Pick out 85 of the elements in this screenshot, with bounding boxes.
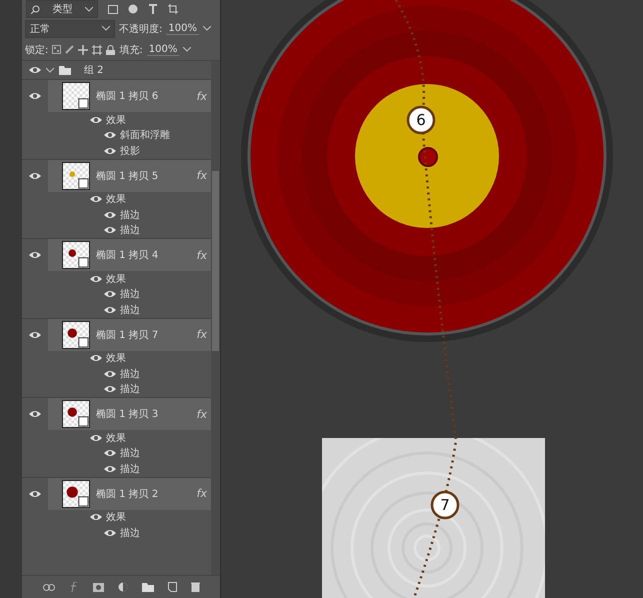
effect-name: 描边 (120, 382, 140, 396)
eye-icon[interactable] (29, 92, 41, 100)
effects-label: 效果 (106, 352, 126, 366)
eye-icon[interactable] (104, 370, 116, 378)
layer-row[interactable]: 椭圆 1 拷贝 2 fx (48, 478, 211, 510)
eye-icon[interactable] (90, 434, 102, 442)
eye-icon[interactable] (90, 513, 102, 522)
group-name[interactable]: 组 2 (84, 63, 104, 77)
lock-label: 锁定: (25, 44, 48, 56)
effects-label: 效果 (106, 114, 126, 127)
caret-icon (202, 26, 211, 31)
move-icon[interactable] (78, 44, 88, 54)
image-filter-icon[interactable] (108, 4, 118, 14)
trash-icon[interactable] (190, 582, 200, 592)
eye-icon[interactable] (29, 66, 41, 74)
blend-mode-dropdown[interactable]: 正常 (25, 20, 115, 38)
artboard-icon[interactable] (92, 44, 102, 54)
effects-label: 效果 (106, 511, 126, 524)
effect-name: 描边 (120, 446, 140, 460)
folder-icon (59, 66, 71, 74)
eye-icon[interactable] (29, 251, 41, 259)
layer-row[interactable]: 椭圆 1 拷贝 5 fx (48, 160, 211, 192)
effects-label: 效果 (106, 432, 126, 445)
effect-name: 描边 (120, 288, 140, 302)
eye-icon[interactable] (104, 226, 116, 234)
eye-icon[interactable] (104, 449, 116, 458)
search-icon (31, 4, 40, 14)
eye-icon[interactable] (90, 195, 102, 204)
effect-name: 描边 (120, 304, 140, 317)
fill-field[interactable]: 100% (146, 44, 180, 56)
fill-label: 填充: (119, 44, 143, 56)
layer-thumbnail (62, 320, 90, 348)
eye-icon[interactable] (29, 410, 41, 418)
effect-name: 斜面和浮雕 (120, 128, 170, 142)
effect-name: 描边 (120, 368, 140, 381)
effect-name: 描边 (120, 462, 140, 476)
layer-row[interactable]: 椭圆 1 拷贝 6 fx (48, 80, 211, 112)
expand-caret-icon[interactable] (46, 66, 54, 74)
eye-icon[interactable] (104, 210, 116, 219)
folder-icon[interactable] (142, 582, 154, 592)
effects-label: 效果 (106, 272, 126, 286)
eye-icon[interactable] (90, 274, 102, 283)
effect-name: 描边 (120, 208, 140, 222)
eye-icon[interactable] (104, 306, 116, 314)
mask-icon[interactable] (92, 582, 104, 592)
layer-row[interactable]: 椭圆 1 拷贝 3 fx (48, 398, 211, 430)
layer-thumbnail (62, 162, 90, 190)
adjustment-filter-icon[interactable] (128, 4, 138, 14)
effect-name: 描边 (120, 526, 140, 540)
new-layer-icon[interactable] (168, 582, 176, 592)
eye-icon[interactable] (104, 464, 116, 473)
layer-thumbnail (62, 480, 90, 508)
fx-icon[interactable] (68, 582, 78, 592)
eye-icon[interactable] (29, 490, 41, 498)
filter-dropdown[interactable]: 类型 (26, 0, 98, 18)
lock-icon[interactable] (106, 44, 116, 54)
layer-thumbnail (62, 241, 90, 269)
caret-icon (102, 26, 110, 31)
scrollbar-thumb[interactable] (212, 171, 219, 351)
eye-icon[interactable] (90, 116, 102, 124)
eye-icon[interactable] (29, 172, 41, 180)
adjustment-icon[interactable] (118, 582, 128, 592)
eye-icon[interactable] (90, 354, 102, 362)
eye-icon[interactable] (104, 131, 116, 140)
caret-icon (85, 6, 93, 12)
effect-name: 投影 (120, 144, 140, 158)
layer-thumbnail (62, 400, 90, 428)
layer-thumbnail (62, 82, 90, 110)
link-icon[interactable] (42, 584, 54, 590)
effects-label: 效果 (106, 193, 126, 206)
layer-row[interactable]: 椭圆 1 拷贝 7 fx (48, 318, 211, 350)
effect-name: 描边 (120, 224, 140, 238)
eye-icon[interactable] (104, 146, 116, 155)
crop-icon[interactable] (168, 4, 178, 14)
brush-icon[interactable] (65, 45, 74, 54)
caret-icon (183, 47, 192, 52)
opacity-field[interactable]: 100% (166, 22, 199, 34)
eye-icon[interactable] (104, 528, 116, 537)
eye-icon[interactable] (29, 330, 41, 338)
eye-icon[interactable] (104, 290, 116, 298)
layer-row[interactable]: 椭圆 1 拷贝 4 fx (48, 239, 211, 271)
opacity-label: 不透明度: (119, 22, 162, 36)
type-filter-icon[interactable] (148, 4, 158, 14)
lock-transparency-icon[interactable] (52, 45, 62, 54)
eye-icon[interactable] (104, 385, 116, 394)
